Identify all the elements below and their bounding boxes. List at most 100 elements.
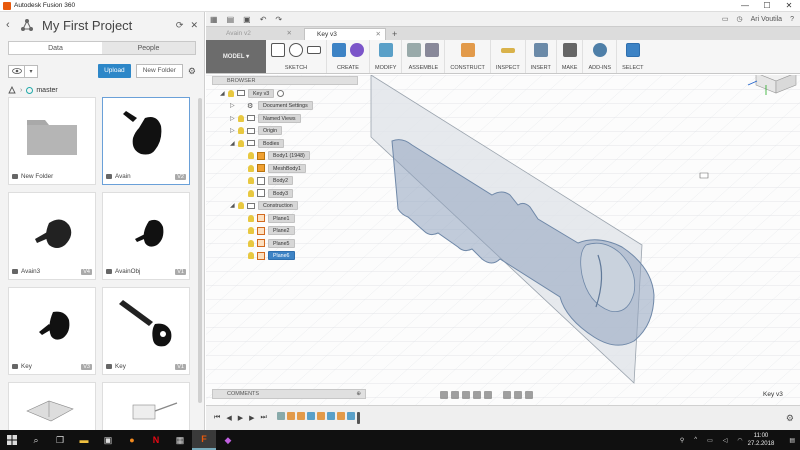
data-panel-toggle-icon[interactable]: ▦ [210,15,218,24]
ribbon-group-sketch[interactable]: SKETCH [266,40,327,73]
visibility-bulb-icon[interactable] [248,214,254,222]
timeline-feature[interactable] [286,412,295,420]
pan-icon[interactable] [462,390,470,399]
refresh-icon[interactable]: ⟳ [176,20,184,31]
branch-label[interactable]: master [36,87,57,94]
item-card[interactable]: Key V3 [8,287,96,375]
look-at-icon[interactable] [451,390,459,399]
timeline-feature[interactable] [306,412,315,420]
browser-root-row[interactable]: ◢ Key v3 [220,87,285,100]
visibility-bulb-icon[interactable] [238,114,244,122]
save-icon[interactable]: ▣ [243,15,251,24]
timeline-feature[interactable] [316,412,325,420]
browser-row[interactable]: MeshBody1 [240,162,306,175]
upload-button[interactable]: Upload [98,64,131,78]
netflix-icon[interactable]: N [144,430,168,450]
ribbon-group-construct[interactable]: CONSTRUCT [445,40,491,73]
version-badge[interactable]: V4 [81,269,92,275]
browser-header[interactable]: BROWSER [212,76,358,85]
browser-row[interactable]: ▷ Origin [230,125,283,138]
search-icon[interactable]: ⌕ [24,430,48,450]
settings-gear-icon[interactable]: ⚙ [188,66,196,77]
new-folder-button[interactable]: New Folder [135,64,183,78]
browser-row[interactable]: Plane5 [240,237,295,250]
expand-triangle-icon[interactable]: ▷ [230,115,238,122]
version-badge[interactable]: V2 [175,174,186,180]
back-chevron-icon[interactable]: ‹ [6,19,20,31]
new-tab-plus-icon[interactable]: + [392,28,397,40]
workspace-switcher[interactable]: MODEL ▾ [206,40,266,73]
visibility-bulb-icon[interactable] [248,252,254,260]
comments-panel[interactable]: COMMENTS ⊕ [212,389,366,399]
visibility-bulb-icon[interactable] [248,189,254,197]
timeline-forward-icon[interactable]: ▶ [249,414,254,422]
tab-document-active[interactable]: Key v3 ✕ [304,28,386,40]
tab-data[interactable]: Data [9,42,102,54]
activate-radio-icon[interactable] [277,89,285,97]
timeline-feature[interactable] [326,412,335,420]
store-icon[interactable]: ▣ [96,430,120,450]
close-icon[interactable]: ✕ [190,20,198,31]
browser-row[interactable]: Plane6 [240,250,295,263]
file-menu-icon[interactable]: ▤ [227,15,235,24]
notifications-icon[interactable]: ▭ [722,15,729,23]
wifi-icon[interactable]: ◠ [737,437,742,444]
data-panel-scrollbar[interactable] [198,98,202,403]
timeline-marker[interactable] [356,412,360,424]
firefox-icon[interactable]: ● [120,430,144,450]
ribbon-group-inspect[interactable]: INSPECT [491,40,526,73]
tab-document[interactable]: Avain v2 ✕ [214,28,296,40]
undo-icon[interactable]: ↶ [260,15,267,24]
timeline-feature[interactable] [346,412,355,420]
ribbon-group-select[interactable]: SELECT [617,40,648,73]
timeline-end-icon[interactable]: ⏭ [260,414,266,422]
item-card[interactable]: Avain3 V4 [8,192,96,280]
item-card[interactable]: New Folder [8,97,96,185]
ribbon-group-insert[interactable]: INSERT [526,40,557,73]
maximize-button[interactable]: ☐ [756,0,778,12]
ribbon-group-assemble[interactable]: ASSEMBLE [402,40,446,73]
help-icon[interactable]: ? [790,16,794,23]
ribbon-group-make[interactable]: MAKE [557,40,584,73]
version-badge[interactable]: V3 [81,364,92,370]
browser-row[interactable]: ◢ Bodies [230,137,285,150]
manipulator-handle[interactable] [699,172,709,179]
view-toggle-button[interactable] [8,64,25,78]
visibility-bulb-icon[interactable] [238,127,244,135]
item-card[interactable] [102,382,190,430]
user-account-menu[interactable]: Ari Voutila [751,16,783,23]
version-badge[interactable]: V1 [175,269,186,275]
item-card[interactable]: Avain V2 [102,97,190,185]
visibility-bulb-icon[interactable] [248,164,254,172]
visibility-bulb-icon[interactable] [248,152,254,160]
add-comment-icon[interactable]: ⊕ [356,390,361,399]
browser-row[interactable]: Body2 [240,175,294,188]
viewports-icon[interactable] [525,390,533,399]
ribbon-group-create[interactable]: CREATE [327,40,370,73]
browser-row[interactable]: Body1 (1948) [240,150,310,163]
close-button[interactable]: ✕ [778,0,800,12]
expand-triangle-icon[interactable]: ◢ [230,202,238,209]
fusion360-taskbar-icon[interactable]: F [192,430,216,450]
expand-triangle-icon[interactable]: ◢ [230,140,238,147]
collapse-triangle-icon[interactable]: ◢ [220,90,228,97]
task-view-icon[interactable]: ❐ [48,430,72,450]
expand-triangle-icon[interactable]: ▷ [230,102,238,109]
expand-triangle-icon[interactable]: ▷ [230,127,238,134]
timeline-feature[interactable] [296,412,305,420]
minimize-button[interactable]: — [734,0,756,12]
timeline-feature[interactable] [336,412,345,420]
zoom-window-icon[interactable] [484,390,492,399]
maps-icon[interactable]: ◆ [216,430,240,450]
action-center-icon[interactable]: ▤ [789,437,795,444]
ribbon-group-addins[interactable]: ADD-INS [583,40,618,73]
browser-row[interactable]: Plane1 [240,212,295,225]
timeline-start-icon[interactable]: ⏮ [214,414,220,422]
visibility-bulb-icon[interactable] [238,139,244,147]
people-icon[interactable]: ⚲ [680,437,684,444]
item-card[interactable] [8,382,96,430]
media-icon[interactable]: ▦ [168,430,192,450]
timeline-settings-gear-icon[interactable]: ⚙ [786,413,794,424]
tray-overflow-icon[interactable]: ^ [694,437,697,443]
orbit-icon[interactable] [440,390,448,399]
